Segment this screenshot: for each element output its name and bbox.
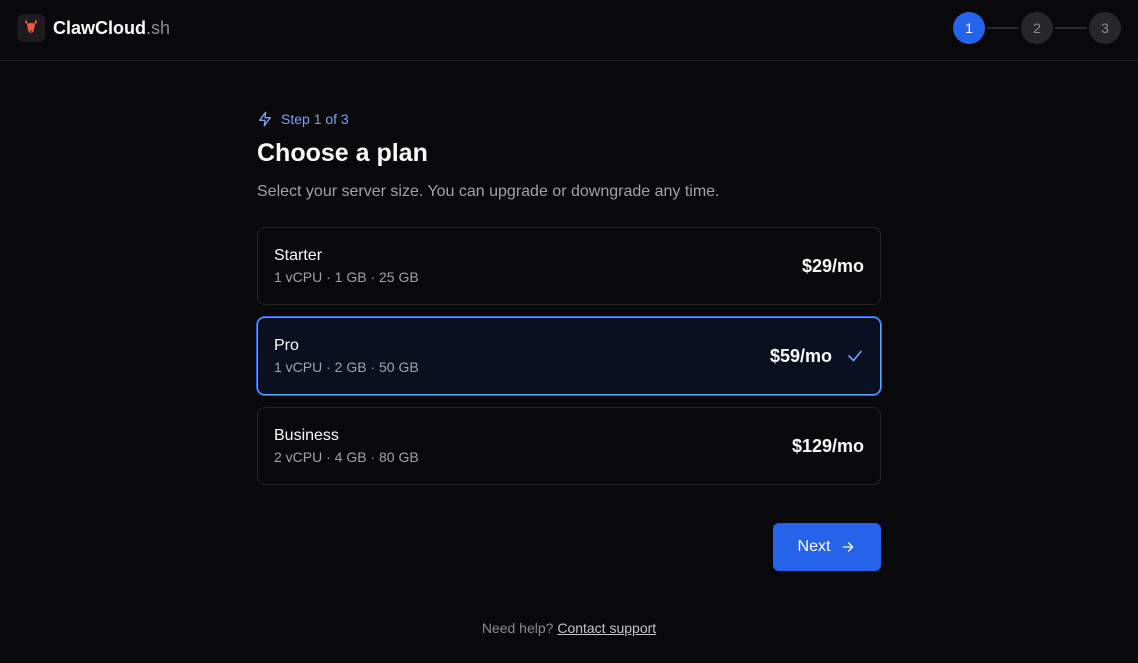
claw-logo-icon [17, 14, 45, 42]
plan-list: Starter 1 vCPU · 1 GB · 25 GB $29/mo Pro… [257, 227, 881, 485]
top-bar: ClawCloud .sh 1 2 3 [0, 0, 1138, 61]
plan-option-pro[interactable]: Pro 1 vCPU · 2 GB · 50 GB $59/mo [257, 317, 881, 395]
plan-selection: Step 1 of 3 Choose a plan Select your se… [257, 108, 881, 497]
plan-option-starter[interactable]: Starter 1 vCPU · 1 GB · 25 GB $29/mo [257, 227, 881, 305]
step-1-indicator: 1 [953, 12, 985, 44]
brand[interactable]: ClawCloud .sh [17, 13, 170, 43]
next-button-label: Next [797, 538, 831, 555]
step-connector [987, 27, 1019, 29]
contact-support-link[interactable]: Contact support [557, 620, 656, 636]
plan-specs: 1 vCPU · 1 GB · 25 GB [274, 269, 419, 285]
page-subtitle: Select your server size. You can upgrade… [257, 183, 720, 200]
arrow-right-icon [843, 542, 854, 552]
plan-price: $59/mo [769, 345, 832, 366]
plan-name: Starter [274, 247, 323, 264]
plan-name: Business [274, 427, 339, 444]
plan-price: $29/mo [801, 255, 864, 276]
step-2-indicator: 2 [1021, 12, 1053, 44]
step-label-text: Step 1 of 3 [281, 111, 349, 127]
plan-info: Starter 1 vCPU · 1 GB · 25 GB [274, 247, 419, 285]
check-icon [846, 347, 864, 365]
help-footer: Need help? Contact support [0, 620, 1138, 636]
help-text: Need help? [481, 620, 554, 636]
step-connector [1055, 27, 1087, 29]
next-button[interactable]: Next [773, 523, 881, 571]
plan-price: $129/mo [791, 435, 864, 456]
plan-specs: 1 vCPU · 2 GB · 50 GB [274, 359, 419, 375]
step-label: Step 1 of 3 [257, 108, 881, 130]
step-3-indicator: 3 [1089, 12, 1121, 44]
plan-name: Pro [274, 337, 299, 354]
plan-specs: 2 vCPU · 4 GB · 80 GB [274, 449, 419, 465]
plan-option-business[interactable]: Business 2 vCPU · 4 GB · 80 GB $129/mo [257, 407, 881, 485]
plan-info: Pro 1 vCPU · 2 GB · 50 GB [274, 337, 419, 375]
brand-tld: .sh [146, 17, 171, 38]
plan-info: Business 2 vCPU · 4 GB · 80 GB [274, 427, 419, 465]
lightning-icon [259, 111, 271, 127]
progress-stepper: 1 2 3 [953, 12, 1121, 44]
brand-name: ClawCloud [53, 17, 146, 38]
page-title: Choose a plan [257, 139, 428, 167]
